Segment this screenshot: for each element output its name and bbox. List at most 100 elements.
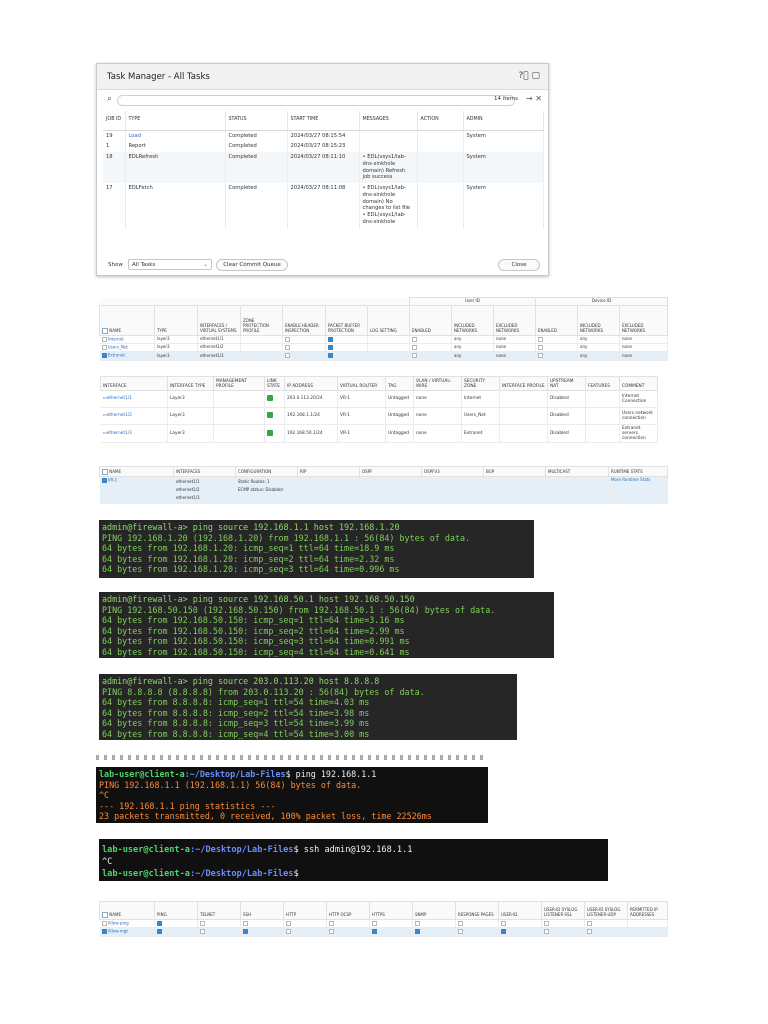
- zone-link[interactable]: Extranet: [108, 353, 125, 358]
- task-message: EDL(vsys1/lab-dns-sinkhole: [363, 212, 414, 226]
- table-row[interactable]: 19 Load Completed 2024/03/27 08:15:54 Sy…: [103, 130, 544, 142]
- management-profiles-table: NAME PING TELNET SSH HTTP HTTP OCSP HTTP…: [99, 901, 668, 937]
- userid-enabled-checkbox: [412, 345, 417, 351]
- ping-checkbox: [157, 929, 162, 935]
- table-row[interactable]: Users_Net layer3 ethernet1/2 any none an…: [99, 343, 668, 353]
- header-inspection-checkbox: [285, 353, 290, 359]
- show-filter-select[interactable]: All Tasks ⌄: [128, 259, 212, 270]
- ssh-checkbox: [243, 921, 248, 926]
- select-all-checkbox[interactable]: [102, 912, 108, 918]
- table-row[interactable]: Allow-ping: [99, 919, 668, 929]
- table-row[interactable]: ▭ethernet1/2 Layer3 192.168.1.1/24 VR-1 …: [100, 407, 658, 425]
- row-checkbox[interactable]: [101, 353, 107, 359]
- table-row[interactable]: ▭ethernet1/3 Layer3 192.168.50.1/24 VR-1…: [100, 424, 658, 444]
- row-checkbox[interactable]: [101, 336, 107, 342]
- client-terminal-ssh: lab-user@client-a:~/Desktop/Lab-Files$ s…: [99, 839, 608, 881]
- packet-buffer-checkbox: [328, 336, 333, 342]
- link-up-icon: [267, 429, 273, 436]
- table-row[interactable]: Allow-mgt: [99, 927, 668, 937]
- http-ocsp-checkbox: [329, 929, 334, 935]
- https-checkbox: [372, 921, 377, 926]
- user-id-group: User ID: [409, 297, 536, 306]
- chevron-down-icon: ⌄: [202, 261, 208, 268]
- col-type[interactable]: TYPE: [125, 111, 226, 131]
- syslog-ssl-checkbox: [544, 921, 549, 926]
- table-row[interactable]: VR-1 ethernet1/1 ethernet1/2 ethernet1/3…: [99, 476, 668, 504]
- interface-link[interactable]: ethernet1/3: [107, 431, 132, 436]
- task-message: EDL(vsys1/lab-dns-sinkhole domain) No ch…: [363, 185, 414, 212]
- select-all-checkbox[interactable]: [102, 469, 108, 475]
- close-button[interactable]: Close: [498, 259, 540, 271]
- col-messages[interactable]: MESSAGES: [359, 111, 418, 131]
- dialog-footer: Show All Tasks ⌄ Clear Commit Queue Clos…: [97, 254, 548, 276]
- go-arrow-icon[interactable]: → ✕: [526, 94, 542, 103]
- deviceid-enabled-checkbox: [538, 336, 543, 342]
- http-checkbox: [286, 929, 291, 935]
- table-row[interactable]: ▭ethernet1/1 Layer3 203.0.113.20/24 VR-1…: [100, 390, 658, 408]
- row-checkbox[interactable]: [101, 929, 107, 935]
- help-icon[interactable]: ?⃝ ▢: [518, 71, 540, 81]
- profile-link[interactable]: Allow-ping: [108, 921, 129, 926]
- runtime-stats-link[interactable]: More Runtime Stats: [611, 477, 650, 482]
- firewall-terminal-2: admin@firewall-a> ping source 192.168.50…: [99, 592, 554, 658]
- firewall-terminal-3: admin@firewall-a> ping source 203.0.113.…: [99, 674, 517, 740]
- http-ocsp-checkbox: [329, 921, 334, 926]
- table-row[interactable]: 18 EDLRefresh Completed 2024/03/27 08:11…: [103, 152, 544, 183]
- interface-link[interactable]: ethernet1/2: [107, 413, 132, 418]
- vr-link[interactable]: VR-1: [108, 478, 117, 483]
- table-row[interactable]: 17 EDLFetch Completed 2024/03/27 08:11:0…: [103, 183, 544, 229]
- task-message: EDL(vsys1/lab-dns-sinkhole domain) Refre…: [363, 154, 414, 181]
- interfaces-table: INTERFACE INTERFACE TYPE MANAGEMENT PROF…: [100, 376, 658, 444]
- items-count: 14 items: [493, 96, 518, 102]
- search-bar: ⌕ 14 items → ✕: [105, 94, 542, 107]
- firewall-terminal-1: admin@firewall-a> ping source 192.168.1.…: [99, 520, 534, 578]
- select-all-checkbox[interactable]: [102, 327, 108, 334]
- user-id-checkbox: [501, 921, 506, 926]
- response-pages-checkbox: [458, 929, 463, 935]
- task-type-link[interactable]: Load: [129, 133, 141, 139]
- https-checkbox: [372, 929, 377, 935]
- row-checkbox[interactable]: [101, 478, 107, 483]
- tasks-table: JOB ID TYPE STATUS START TIME MESSAGES A…: [103, 111, 544, 229]
- table-row[interactable]: Extranet layer3 ethernet1/3 any none any…: [99, 351, 668, 361]
- telnet-checkbox: [200, 929, 205, 935]
- telnet-checkbox: [200, 921, 205, 926]
- deviceid-enabled-checkbox: [538, 345, 543, 351]
- col-start-time[interactable]: START TIME: [287, 111, 360, 131]
- syslog-udp-checkbox: [587, 921, 592, 926]
- zones-table: User ID Device ID NAME TYPE INTERFACES /…: [99, 297, 668, 361]
- link-up-icon: [267, 394, 273, 401]
- col-admin[interactable]: ADMIN: [463, 111, 544, 131]
- packet-buffer-checkbox: [328, 345, 333, 351]
- response-pages-checkbox: [458, 921, 463, 926]
- search-icon: ⌕: [107, 94, 113, 104]
- header-inspection-checkbox: [285, 345, 290, 351]
- interface-link[interactable]: ethernet1/1: [107, 396, 132, 401]
- dialog-title: Task Manager - All Tasks: [107, 72, 210, 82]
- syslog-ssl-checkbox: [544, 929, 549, 935]
- profile-link[interactable]: Allow-mgt: [108, 929, 128, 934]
- col-action[interactable]: ACTION: [417, 111, 464, 131]
- table-row[interactable]: Internet layer3 ethernet1/1 any none any…: [99, 335, 668, 345]
- userid-enabled-checkbox: [412, 336, 417, 342]
- zone-link[interactable]: Users_Net: [108, 345, 128, 350]
- deviceid-enabled-checkbox: [538, 353, 543, 359]
- show-label: Show: [108, 262, 123, 268]
- table-row[interactable]: 1 Report Completed 2024/03/27 08:15:23: [103, 141, 544, 152]
- http-checkbox: [286, 921, 291, 926]
- device-id-group: Device ID: [535, 297, 668, 306]
- col-job-id[interactable]: JOB ID: [103, 111, 126, 131]
- col-status[interactable]: STATUS: [225, 111, 288, 131]
- header-inspection-checkbox: [285, 336, 290, 342]
- user-id-checkbox: [501, 929, 506, 935]
- userid-enabled-checkbox: [412, 353, 417, 359]
- snmp-checkbox: [415, 921, 420, 926]
- snmp-checkbox: [415, 929, 420, 935]
- search-input[interactable]: [117, 95, 515, 106]
- clear-commit-queue-button[interactable]: Clear Commit Queue: [216, 259, 288, 271]
- row-checkbox[interactable]: [101, 345, 107, 351]
- terminal-window-edge: [96, 755, 488, 760]
- row-checkbox[interactable]: [101, 921, 107, 926]
- zone-link[interactable]: Internet: [108, 336, 124, 341]
- packet-buffer-checkbox: [328, 353, 333, 359]
